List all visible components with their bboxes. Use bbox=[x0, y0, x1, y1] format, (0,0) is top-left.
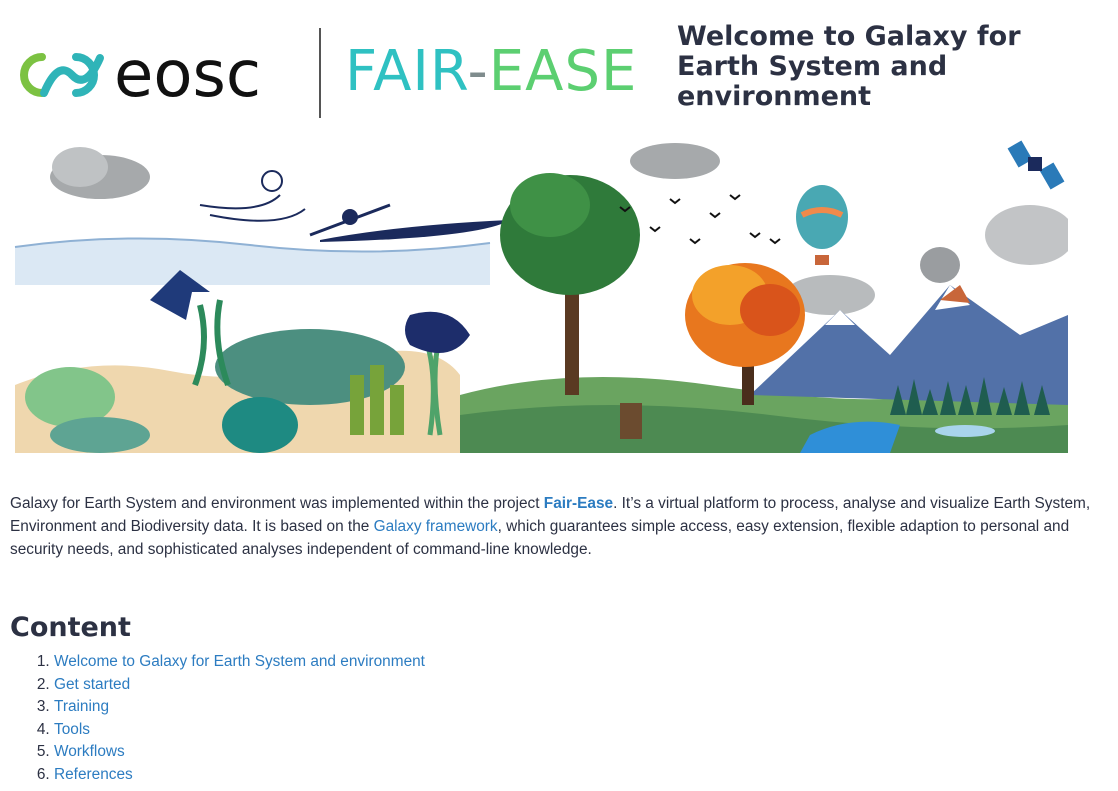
fair-ease-logo-dash: - bbox=[467, 39, 489, 104]
list-item: Welcome to Galaxy for Earth System and e… bbox=[54, 651, 425, 674]
fair-ease-link[interactable]: Fair-Ease bbox=[544, 495, 613, 512]
list-item: Training bbox=[54, 696, 425, 719]
intro-paragraph: Galaxy for Earth System and environment … bbox=[10, 492, 1095, 561]
eosc-logo: eosc bbox=[20, 40, 261, 110]
toc-link-tools[interactable]: Tools bbox=[54, 721, 90, 738]
toc-link-training[interactable]: Training bbox=[54, 698, 109, 715]
eosc-logo-text: eosc bbox=[114, 40, 261, 110]
content-list: Welcome to Galaxy for Earth System and e… bbox=[36, 651, 425, 787]
header: eosc FAIR-EASE Welcome to Galaxy for Ear… bbox=[0, 0, 1118, 135]
toc-link-welcome[interactable]: Welcome to Galaxy for Earth System and e… bbox=[54, 653, 425, 670]
content-heading: Content bbox=[10, 612, 131, 643]
list-item: Workflows bbox=[54, 741, 425, 764]
toc-link-workflows[interactable]: Workflows bbox=[54, 743, 125, 760]
page-title: Welcome to Galaxy for Earth System and e… bbox=[677, 21, 1021, 112]
list-item: References bbox=[54, 764, 425, 787]
earth-system-illustration bbox=[14, 140, 1068, 453]
galaxy-framework-link[interactable]: Galaxy framework bbox=[374, 518, 498, 535]
list-item: Get started bbox=[54, 674, 425, 697]
fair-ease-logo: FAIR-EASE bbox=[345, 40, 637, 104]
fair-ease-logo-part2: EASE bbox=[488, 39, 638, 104]
fair-ease-logo-part1: FAIR bbox=[345, 39, 468, 104]
list-item: Tools bbox=[54, 719, 425, 742]
intro-text-1: Galaxy for Earth System and environment … bbox=[10, 495, 544, 512]
toc-link-references[interactable]: References bbox=[54, 766, 133, 783]
logo-divider bbox=[319, 28, 321, 118]
toc-link-get-started[interactable]: Get started bbox=[54, 676, 130, 693]
